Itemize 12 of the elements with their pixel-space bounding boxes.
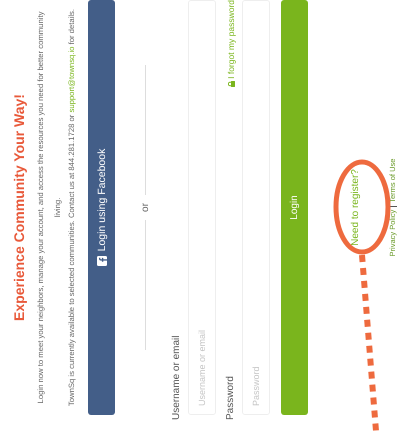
input-field[interactable]: Password <box>242 0 270 415</box>
facebook-icon <box>96 256 106 266</box>
page-title: Experience Community Your Way! <box>11 94 27 321</box>
login-button[interactable]: Login <box>281 0 308 415</box>
field-label: Password <box>225 376 236 420</box>
lock-icon <box>228 80 234 87</box>
or-divider-text: or <box>140 203 150 212</box>
input-field[interactable]: Username or email <box>188 0 216 415</box>
register-link[interactable]: Need to register? <box>350 169 361 246</box>
field-label: Username or email <box>171 336 182 420</box>
forgot-password-link[interactable]: I forgot my password <box>226 0 236 87</box>
facebook-login-button[interactable]: Login using Facebook <box>88 0 115 415</box>
